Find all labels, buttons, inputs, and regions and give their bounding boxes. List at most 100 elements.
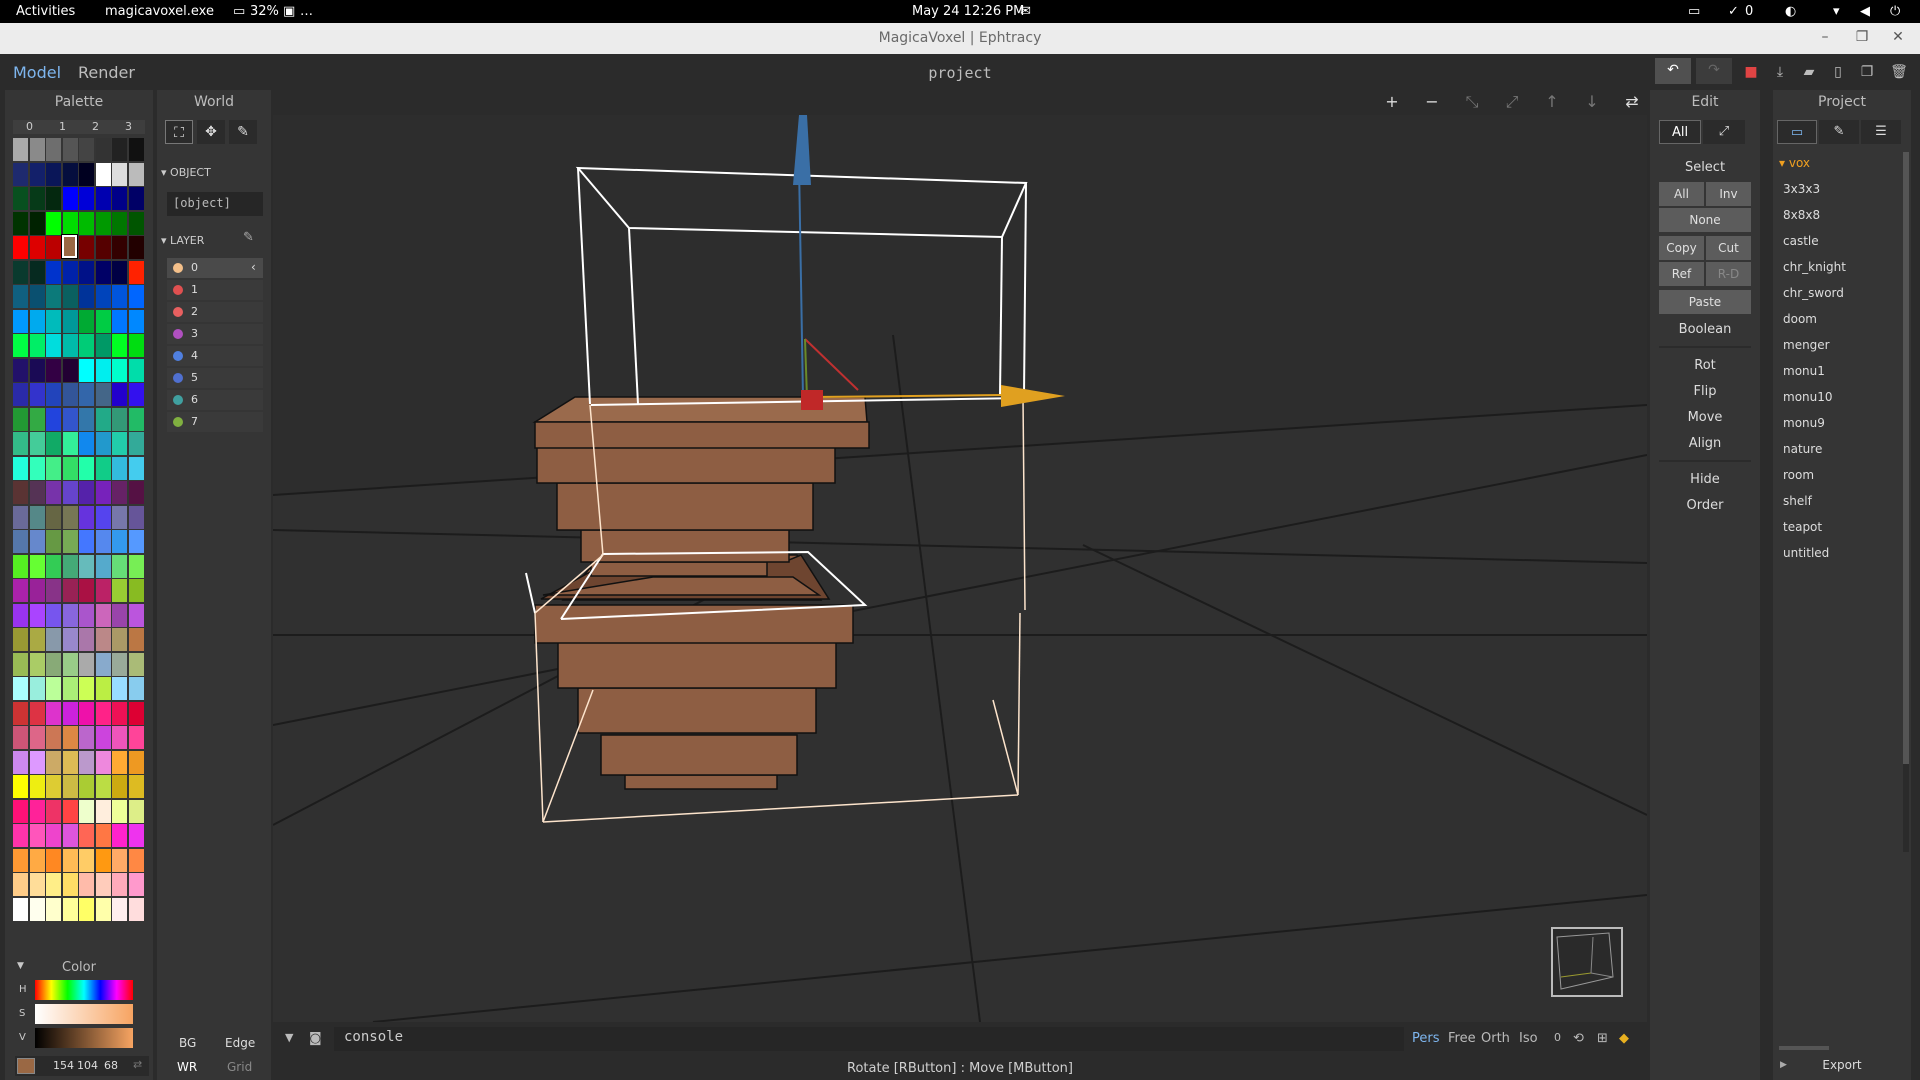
palette-swatch[interactable] [128, 897, 144, 921]
palette-swatch[interactable] [128, 358, 144, 382]
palette-swatch[interactable] [95, 162, 111, 186]
duplicate-icon[interactable]: ❐ [1855, 60, 1879, 84]
palette-swatch[interactable] [79, 775, 94, 798]
palette-swatch[interactable] [46, 162, 61, 186]
palette-swatch[interactable] [112, 260, 127, 284]
palette-swatch[interactable] [128, 162, 144, 186]
palette-swatch[interactable] [13, 652, 28, 676]
palette-swatch[interactable] [29, 211, 45, 235]
select-frame-icon[interactable]: ⛶ [165, 120, 193, 144]
selected-palette-swatch[interactable] [60, 234, 78, 259]
palette-swatch[interactable] [46, 334, 61, 357]
palette-swatch[interactable] [46, 750, 61, 774]
palette-swatch[interactable] [13, 481, 28, 504]
palette-swatch[interactable] [13, 162, 28, 186]
palette-swatch[interactable] [128, 211, 144, 235]
palette-swatch[interactable] [29, 309, 45, 333]
horizontal-scrollbar[interactable] [1779, 1046, 1829, 1050]
palette-swatch[interactable] [62, 505, 78, 529]
palette-swatch[interactable] [13, 187, 28, 210]
edit-all-tab[interactable]: All [1659, 120, 1701, 144]
palette-swatch[interactable] [62, 628, 78, 651]
save-as-icon[interactable]: ⤓ [1768, 60, 1792, 84]
palette-swatch[interactable] [128, 799, 144, 823]
palette-swatch[interactable] [95, 309, 111, 333]
palette-swatch[interactable] [46, 358, 61, 382]
palette-swatch[interactable] [13, 799, 28, 823]
palette-swatch[interactable] [95, 505, 111, 529]
palette-swatch[interactable] [112, 824, 127, 847]
palette-swatch[interactable] [112, 162, 127, 186]
palette-swatch[interactable] [95, 432, 111, 455]
zoom-in-icon[interactable]: + [1380, 92, 1404, 111]
palette-swatch[interactable] [95, 211, 111, 235]
rgb-readout[interactable]: 154 104 68 ⇄ [15, 1056, 149, 1076]
palette-swatch[interactable] [46, 726, 61, 749]
palette-swatch[interactable] [112, 750, 127, 774]
3d-viewport[interactable] [273, 115, 1647, 1022]
palette-swatch[interactable] [112, 603, 127, 627]
palette-swatch[interactable] [112, 726, 127, 749]
palette-swatch[interactable] [95, 652, 111, 676]
palette-swatch[interactable] [79, 456, 94, 480]
clock[interactable]: May 24 12:26 PM [912, 4, 1024, 19]
palette-swatch[interactable] [46, 383, 61, 406]
palette-swatch[interactable] [95, 383, 111, 406]
palette-swatch[interactable] [13, 334, 28, 357]
palette-swatch[interactable] [62, 481, 78, 504]
palette-swatch[interactable] [29, 701, 45, 725]
console-collapse-icon[interactable]: ▼ [285, 1031, 293, 1044]
palette-swatch[interactable] [29, 162, 45, 186]
palette-swatch[interactable] [128, 236, 144, 259]
palette-col-2[interactable]: 2 [79, 120, 112, 134]
palette-swatch[interactable] [46, 309, 61, 333]
layer-color-dot[interactable] [173, 263, 183, 273]
palette-swatch[interactable] [95, 530, 111, 553]
palette-swatch[interactable] [62, 211, 78, 235]
palette-swatch[interactable] [62, 407, 78, 431]
file-item[interactable]: menger [1777, 338, 1901, 358]
palette-swatch[interactable] [13, 505, 28, 529]
palette-swatch[interactable] [79, 407, 94, 431]
folder-expand-icon[interactable]: ▾ [1779, 156, 1789, 170]
palette-swatch[interactable] [29, 505, 45, 529]
layer-color-dot[interactable] [173, 417, 183, 427]
palette-swatch[interactable] [128, 677, 144, 700]
palette-swatch[interactable] [62, 334, 78, 357]
palette-swatch[interactable] [128, 407, 144, 431]
palette-swatch[interactable] [29, 285, 45, 308]
zoom-out-icon[interactable]: − [1420, 92, 1444, 111]
palette-swatch[interactable] [128, 775, 144, 798]
layer-row[interactable]: 4 [167, 346, 263, 366]
hue-slider[interactable] [35, 980, 133, 1000]
palette-swatch[interactable] [79, 260, 94, 284]
palette-swatch[interactable] [95, 799, 111, 823]
palette-swatch[interactable] [128, 187, 144, 210]
palette-swatch[interactable] [112, 358, 127, 382]
palette-swatch[interactable] [29, 358, 45, 382]
select-invert-button[interactable]: Inv [1706, 182, 1751, 206]
palette-swatch[interactable] [62, 358, 78, 382]
palette-swatch[interactable] [29, 236, 45, 259]
palette-swatch[interactable] [46, 579, 61, 602]
palette-swatch[interactable] [46, 456, 61, 480]
palette-swatch[interactable] [62, 726, 78, 749]
palette-swatch[interactable] [29, 579, 45, 602]
palette-swatch[interactable] [95, 138, 111, 161]
palette-swatch[interactable] [112, 309, 127, 333]
palette-swatch[interactable] [95, 407, 111, 431]
palette-swatch[interactable] [29, 456, 45, 480]
palette-swatch[interactable] [128, 726, 144, 749]
palette-swatch[interactable] [29, 407, 45, 431]
chevron-left-icon[interactable]: ‹ [251, 260, 256, 274]
palette-swatch[interactable] [95, 481, 111, 504]
palette-swatch[interactable] [112, 383, 127, 406]
palette-swatch[interactable] [112, 701, 127, 725]
palette-swatch[interactable] [79, 750, 94, 774]
flip-button[interactable]: Flip [1650, 384, 1760, 399]
palette-swatch[interactable] [46, 677, 61, 700]
palette-swatch[interactable] [62, 677, 78, 700]
palette-swatch[interactable] [62, 873, 78, 896]
palette-swatch[interactable] [29, 187, 45, 210]
palette-swatch[interactable] [95, 873, 111, 896]
